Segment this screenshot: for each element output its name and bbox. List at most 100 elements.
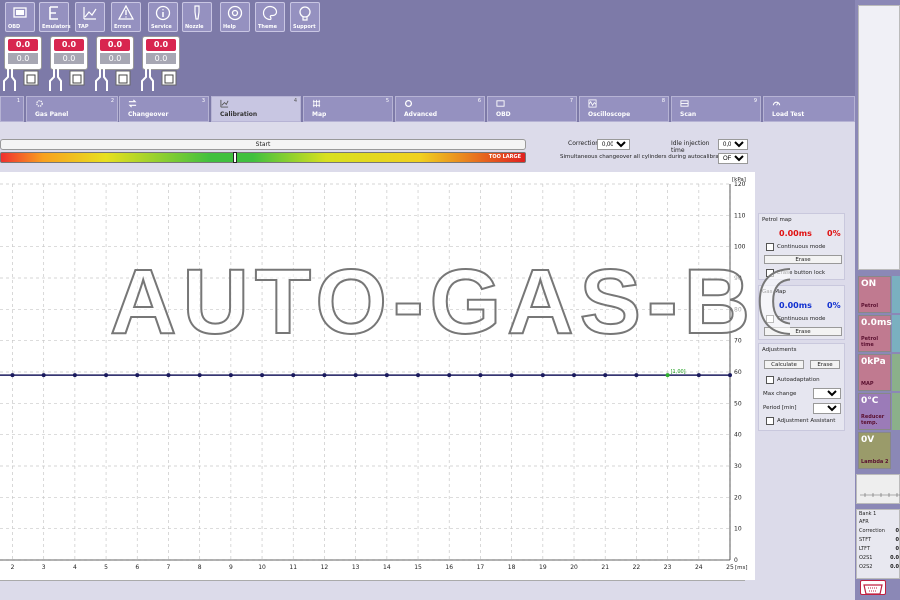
- tab-load-test[interactable]: Load Test: [763, 96, 855, 122]
- gas-continuous-checkbox[interactable]: [766, 315, 774, 323]
- injector-4[interactable]: 0.0 0.0: [140, 36, 180, 91]
- correction-select[interactable]: 0,00: [597, 139, 630, 150]
- injector-3[interactable]: 0.0 0.0: [94, 36, 134, 91]
- data-point: [478, 373, 483, 378]
- toolbar-service-button[interactable]: Service: [148, 2, 178, 32]
- toolbar-help-button[interactable]: Help: [220, 2, 250, 32]
- gas-erase-button[interactable]: Erase: [764, 327, 842, 336]
- tab-number: 1: [16, 98, 20, 104]
- y-tick-label: 110: [734, 212, 746, 219]
- tile-name: Petrol time: [861, 336, 879, 348]
- data-point: [260, 373, 265, 378]
- injector-petrol-time: 0.0: [146, 53, 176, 64]
- progress-marker: [233, 152, 237, 163]
- injector-1[interactable]: 0.0 0.0: [2, 36, 42, 91]
- petrol-erase-button[interactable]: Erase: [764, 255, 842, 264]
- tab-number: 4: [293, 98, 297, 104]
- toolbar-support-button[interactable]: Support: [290, 2, 320, 32]
- data-point: [447, 373, 452, 378]
- toolbar-nozzle-label: Nozzle: [185, 24, 204, 30]
- tab-label: Calibration: [220, 111, 258, 118]
- start-button[interactable]: Start: [0, 139, 526, 150]
- injector-2[interactable]: 0.0 0.0: [48, 36, 88, 91]
- simultaneous-changeover-label: Simultaneous changeover all cylinders du…: [560, 154, 730, 160]
- erase-lock-checkbox[interactable]: [766, 269, 774, 277]
- chart-scroll-area[interactable]: [0, 580, 745, 600]
- obd-connector-icon: [863, 584, 883, 595]
- tab-1[interactable]: 1: [0, 96, 24, 122]
- tile-name: Lambda 2: [861, 459, 889, 465]
- obd-row: O2S1 0.0: [859, 555, 899, 564]
- calibration-chart-svg: 2 3 4 5 6 7 8 9 10 11 12 13 14 15 16 17 18 19 20 21 22 23 24 25…: [0, 177, 748, 571]
- support-icon: [299, 6, 311, 21]
- tile-lambda-2[interactable]: 0V Lambda 2: [858, 432, 891, 469]
- tile-value: ON: [861, 279, 877, 289]
- y-tick-label: 90: [734, 275, 742, 282]
- emulator-icon: [49, 6, 58, 20]
- data-point: [72, 373, 77, 378]
- tab-label: Oscilloscope: [588, 111, 631, 118]
- autoadaptation-checkbox[interactable]: [766, 376, 774, 384]
- injector-petrol-time: 0.0: [54, 53, 84, 64]
- tile-name: Reducer temp.: [861, 414, 885, 426]
- tab-label: Load Test: [772, 111, 805, 118]
- toolbar-nozzle-button[interactable]: Nozzle: [182, 2, 212, 32]
- tab-changeover[interactable]: 3 Changeover: [119, 96, 209, 122]
- tile-petrol[interactable]: ON Petrol: [858, 276, 891, 313]
- petrol-continuous-checkbox[interactable]: [766, 243, 774, 251]
- toolbar-tap-button[interactable]: TAP: [75, 2, 105, 32]
- tile-map[interactable]: 0kPa MAP: [858, 354, 891, 391]
- toolbar-emulators-label: Emulators: [42, 24, 71, 30]
- x-tick-label: 15: [414, 564, 422, 571]
- tab-obd[interactable]: 7 OBD: [487, 96, 577, 122]
- connector-button[interactable]: [860, 580, 886, 595]
- toolbar-theme-button[interactable]: Theme: [255, 2, 285, 32]
- data-point: [572, 373, 577, 378]
- x-tick-label: 6: [135, 564, 139, 571]
- scan-icon: [680, 100, 689, 107]
- data-point: [135, 373, 140, 378]
- tab-gas-panel[interactable]: 2 Gas Panel: [26, 96, 118, 122]
- x-tick-label: 13: [352, 564, 360, 571]
- adjustments-erase-button[interactable]: Erase: [810, 360, 840, 369]
- max-change-label: Max change: [763, 391, 797, 397]
- x-tick-label: 12: [321, 564, 329, 571]
- obd-row-value: 0.0: [890, 564, 899, 570]
- changeover-icon: [128, 99, 137, 108]
- tile-reducer-temp[interactable]: 0°C Reducer temp.: [858, 393, 891, 430]
- period-label: Period [min]: [763, 405, 797, 411]
- adjustments-title: Adjustments: [762, 347, 797, 353]
- tab-number: 5: [385, 98, 389, 104]
- toolbar-obd-button[interactable]: OBD: [5, 2, 35, 32]
- toolbar-errors-label: Errors: [114, 24, 132, 30]
- idle-injection-select[interactable]: 0,00: [718, 139, 748, 150]
- x-unit-label: [ms]: [735, 565, 748, 571]
- tab-scan[interactable]: 9 Scan: [671, 96, 761, 122]
- simultaneous-changeover-select[interactable]: OFF: [718, 153, 748, 164]
- obd-row-label: O2S1: [859, 555, 873, 561]
- injector-display: 0.0 0.0: [4, 36, 42, 70]
- y-tick-label: 40: [734, 432, 742, 439]
- data-point: [197, 373, 202, 378]
- calculate-button[interactable]: Calculate: [764, 360, 804, 369]
- tab-label: Map: [312, 111, 327, 118]
- data-point: [416, 373, 421, 378]
- obd-row-value: 0: [895, 546, 899, 552]
- tab-map[interactable]: 5 Map: [303, 96, 393, 122]
- max-change-select[interactable]: [813, 388, 841, 399]
- tab-number: 6: [477, 98, 481, 104]
- x-tick-label: 3: [42, 564, 46, 571]
- tab-oscilloscope[interactable]: 8 Oscilloscope: [579, 96, 669, 122]
- x-tick-label: 14: [383, 564, 391, 571]
- data-point: [41, 373, 46, 378]
- period-select[interactable]: [813, 403, 841, 414]
- adjustment-assistant-checkbox[interactable]: [766, 417, 774, 425]
- toolbar-errors-button[interactable]: Errors: [111, 2, 141, 32]
- data-point: [696, 373, 701, 378]
- tile-petrol-time[interactable]: 0.0ms Petrol time: [858, 315, 892, 352]
- tab-advanced[interactable]: 6 Advanced: [395, 96, 485, 122]
- toolbar-emulators-button[interactable]: Emulators: [39, 2, 71, 32]
- injector-petrol-time: 0.0: [100, 53, 130, 64]
- tab-calibration[interactable]: 4 Calibration: [211, 96, 301, 122]
- obd-row: LTFT 0: [859, 546, 899, 555]
